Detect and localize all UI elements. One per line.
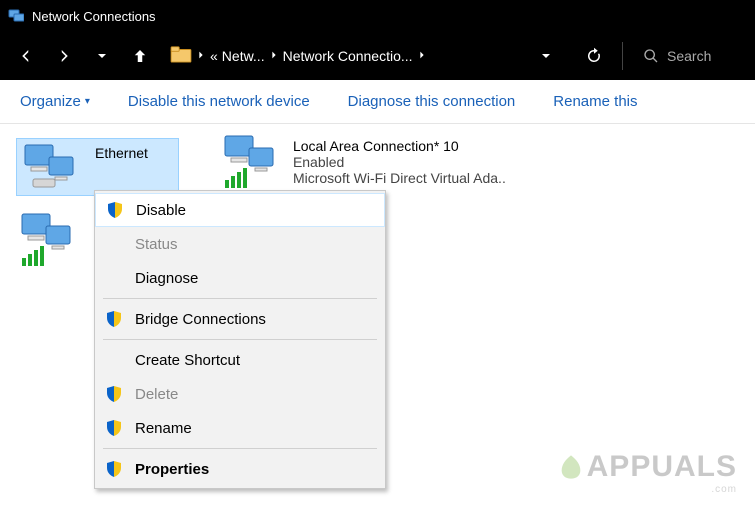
shield-icon: [105, 310, 123, 328]
menu-item-disable[interactable]: Disable: [95, 193, 385, 227]
menu-item-status: Status: [95, 227, 385, 261]
command-bar: Organize ▾ Disable this network device D…: [0, 80, 755, 124]
shield-icon: [106, 201, 124, 219]
up-button[interactable]: [126, 42, 154, 70]
search-icon: [643, 48, 659, 64]
organize-button[interactable]: Organize ▾: [20, 93, 90, 110]
menu-separator: [103, 448, 377, 449]
menu-item-diagnose[interactable]: Diagnose: [95, 261, 385, 295]
search-box[interactable]: Search: [633, 39, 743, 73]
search-placeholder: Search: [667, 48, 711, 64]
divider: [622, 42, 623, 70]
disable-device-button[interactable]: Disable this network device: [128, 93, 310, 110]
connection-device: Microsoft Wi-Fi Direct Virtual Ada..: [293, 170, 506, 186]
connection-item-ethernet[interactable]: Ethernet: [16, 138, 179, 196]
connection-status: Enabled: [293, 154, 506, 170]
crumb-overflow[interactable]: «: [210, 48, 218, 64]
menu-label: Create Shortcut: [135, 352, 240, 369]
menu-label: Delete: [135, 386, 178, 403]
app-icon: [8, 8, 24, 24]
forward-button[interactable]: [50, 42, 78, 70]
caret-down-icon: ▾: [85, 96, 90, 107]
shield-icon: [105, 460, 123, 478]
menu-item-shortcut[interactable]: Create Shortcut: [95, 343, 385, 377]
menu-label: Disable: [136, 202, 186, 219]
breadcrumb-item[interactable]: Network Connectio...: [283, 48, 413, 64]
shield-icon: [105, 385, 123, 403]
diagnose-button[interactable]: Diagnose this connection: [348, 93, 516, 110]
recent-locations-button[interactable]: [88, 42, 116, 70]
window-title: Network Connections: [32, 9, 156, 24]
back-button[interactable]: [12, 42, 40, 70]
menu-item-properties[interactable]: Properties: [95, 452, 385, 486]
network-adapter-icon: [16, 216, 80, 264]
menu-item-rename[interactable]: Rename: [95, 411, 385, 445]
rename-button[interactable]: Rename this: [553, 93, 637, 110]
window-titlebar: Network Connections: [0, 0, 755, 32]
folder-icon: [170, 45, 192, 68]
watermark-sub: .com: [557, 484, 737, 495]
watermark-brand: APPUALS: [557, 450, 737, 484]
menu-separator: [103, 298, 377, 299]
network-adapter-icon: [219, 138, 283, 186]
menu-item-delete: Delete: [95, 377, 385, 411]
chevron-right-icon[interactable]: [196, 47, 206, 65]
chevron-right-icon[interactable]: [417, 47, 427, 65]
shield-icon: [105, 419, 123, 437]
organize-label: Organize: [20, 93, 81, 110]
menu-label: Bridge Connections: [135, 311, 266, 328]
refresh-button[interactable]: [576, 38, 612, 74]
address-dropdown-button[interactable]: [532, 42, 560, 70]
connection-item-other[interactable]: [16, 216, 80, 264]
network-adapter-icon: [21, 143, 85, 191]
connection-details: Local Area Connection* 10 Enabled Micros…: [293, 138, 506, 186]
watermark-text: APPUALS: [587, 450, 737, 484]
menu-label: Rename: [135, 420, 192, 437]
menu-label: Diagnose: [135, 270, 198, 287]
connection-item-lac10[interactable]: Local Area Connection* 10 Enabled Micros…: [219, 138, 506, 196]
breadcrumb-item[interactable]: Netw...: [222, 48, 265, 64]
menu-item-bridge[interactable]: Bridge Connections: [95, 302, 385, 336]
chevron-right-icon[interactable]: [269, 47, 279, 65]
menu-separator: [103, 339, 377, 340]
connection-name: Ethernet: [95, 143, 148, 161]
menu-label: Status: [135, 236, 178, 253]
address-bar[interactable]: « Netw... Network Connectio...: [164, 39, 566, 73]
leaf-icon: [557, 453, 585, 481]
connection-name: Local Area Connection* 10: [293, 138, 506, 154]
context-menu: Disable Status Diagnose Bridge Connectio…: [94, 190, 386, 489]
watermark: APPUALS .com: [557, 450, 737, 495]
nav-toolbar: « Netw... Network Connectio... Search: [0, 32, 755, 80]
menu-label: Properties: [135, 461, 209, 478]
